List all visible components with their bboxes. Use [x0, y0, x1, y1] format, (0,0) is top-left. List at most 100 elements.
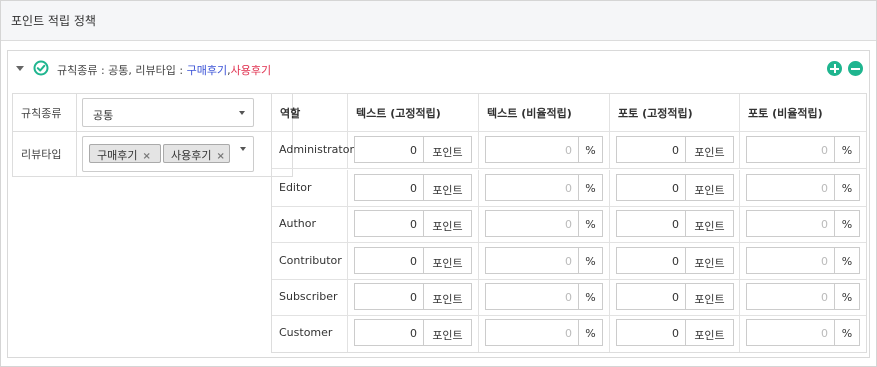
text-fixed-cell: 0 포인트 [348, 315, 479, 352]
percent-unit: % [835, 319, 860, 346]
photo-rate-cell: 0% [740, 170, 866, 206]
photo-fixed-cell: 0 포인트 [610, 279, 740, 315]
text-rate-input[interactable]: 0 [485, 174, 579, 201]
table-row: Administrator 0 포인트 0% 0 포인트 0% [272, 132, 866, 169]
role-name: Contributor [272, 243, 348, 279]
percent-unit: % [579, 136, 603, 163]
text-rate-input[interactable]: 0 [485, 283, 579, 310]
rule-type-label: 규칙종류 [13, 94, 77, 131]
table-row: Contributor 0 포인트 0% 0 포인트 0% [272, 243, 866, 280]
header-photo-rate: 포토 (비율적립) [748, 107, 823, 120]
review-tag-label: 사용후기 [171, 149, 212, 162]
review-type-label: 리뷰타입 [13, 132, 77, 176]
text-rate-cell: 0% [479, 206, 610, 242]
minus-circle-icon[interactable] [848, 61, 863, 76]
summary-review-type-1: 구매후기 [186, 64, 228, 77]
photo-rate-input[interactable]: 0 [746, 247, 835, 274]
percent-unit: % [579, 210, 603, 237]
percent-unit: % [835, 210, 860, 237]
text-fixed-cell: 0 포인트 [348, 206, 479, 242]
text-rate-cell: 0% [479, 170, 610, 206]
text-fixed-input[interactable]: 0 [354, 283, 424, 310]
remove-tag-icon[interactable]: × [216, 151, 224, 162]
point-unit: 포인트 [686, 247, 734, 274]
text-fixed-cell: 0 포인트 [348, 243, 479, 279]
chevron-down-icon[interactable] [16, 66, 24, 71]
photo-rate-input[interactable]: 0 [746, 136, 835, 163]
photo-rate-input[interactable]: 0 [746, 319, 835, 346]
point-unit: 포인트 [686, 319, 734, 346]
photo-rate-input[interactable]: 0 [746, 210, 835, 237]
point-unit: 포인트 [424, 283, 472, 310]
point-unit: 포인트 [686, 210, 734, 237]
photo-rate-cell: 0% [740, 315, 866, 352]
photo-fixed-input[interactable]: 0 [616, 247, 686, 274]
photo-rate-cell: 0% [740, 206, 866, 242]
photo-fixed-cell: 0 포인트 [610, 315, 740, 352]
rule-settings-table: 규칙종류 공통 리뷰타입 구매후기 × 사용후기 × [12, 93, 293, 177]
text-fixed-cell: 0 포인트 [348, 170, 479, 206]
remove-tag-icon[interactable]: × [142, 151, 150, 162]
photo-rate-cell: 0% [740, 132, 866, 168]
text-fixed-input[interactable]: 0 [354, 247, 424, 274]
text-fixed-cell: 0 포인트 [348, 279, 479, 315]
plus-circle-icon[interactable] [827, 61, 842, 76]
header-photo-fixed: 포토 (고정적립) [610, 94, 740, 131]
photo-rate-input[interactable]: 0 [746, 283, 835, 310]
rule-type-value: 공통 [93, 109, 114, 122]
page-header: 포인트 적립 정책 [1, 1, 876, 41]
role-name: Subscriber [272, 279, 348, 315]
role-name: Author [272, 206, 348, 242]
review-type-multiselect[interactable]: 구매후기 × 사용후기 × [82, 136, 254, 172]
rule-type-row: 규칙종류 공통 [13, 94, 292, 132]
rule-header[interactable]: 규칙종류 : 공통, 리뷰타입 : 구매후기,사용후기 [8, 51, 869, 87]
photo-fixed-input[interactable]: 0 [616, 283, 686, 310]
text-fixed-input[interactable]: 0 [354, 210, 424, 237]
percent-unit: % [579, 319, 603, 346]
text-fixed-input[interactable]: 0 [354, 136, 424, 163]
photo-rate-cell: 0% [740, 279, 866, 315]
caret-down-icon[interactable] [240, 147, 246, 151]
review-tag-label: 구매후기 [97, 149, 138, 162]
percent-unit: % [835, 247, 860, 274]
header-text-fixed: 텍스트 (고정적립) [348, 94, 479, 131]
text-rate-input[interactable]: 0 [485, 136, 579, 163]
photo-fixed-cell: 0 포인트 [610, 243, 740, 279]
page-title: 포인트 적립 정책 [11, 14, 96, 28]
text-rate-input[interactable]: 0 [485, 210, 579, 237]
photo-rate-cell: 0% [740, 243, 866, 279]
point-unit: 포인트 [424, 210, 472, 237]
table-header: 역할 텍스트 (고정적립) 텍스트 (비율적립) 포토 (고정적립) 포토 (비… [272, 94, 866, 132]
point-unit: 포인트 [424, 247, 472, 274]
text-rate-cell: 0% [479, 132, 610, 168]
role-point-table: 역할 텍스트 (고정적립) 텍스트 (비율적립) 포토 (고정적립) 포토 (비… [271, 93, 867, 353]
table-row: Editor 0 포인트 0% 0 포인트 0% [272, 170, 866, 207]
role-name: Customer [272, 315, 348, 352]
photo-fixed-cell: 0 포인트 [610, 170, 740, 206]
text-rate-input[interactable]: 0 [485, 247, 579, 274]
header-role: 역할 [272, 94, 348, 131]
role-name: Editor [272, 170, 348, 206]
photo-fixed-input[interactable]: 0 [616, 319, 686, 346]
photo-fixed-input[interactable]: 0 [616, 174, 686, 201]
table-row: Subscriber 0 포인트 0% 0 포인트 0% [272, 279, 866, 316]
percent-unit: % [835, 283, 860, 310]
point-unit: 포인트 [424, 174, 472, 201]
rule-type-select[interactable]: 공통 [82, 98, 254, 127]
rule-panel: 규칙종류 : 공통, 리뷰타입 : 구매후기,사용후기 규칙종류 공통 리뷰타입… [7, 50, 870, 358]
point-unit: 포인트 [424, 136, 472, 163]
photo-fixed-cell: 0 포인트 [610, 132, 740, 168]
text-rate-input[interactable]: 0 [485, 319, 579, 346]
point-unit: 포인트 [686, 174, 734, 201]
review-tag: 구매후기 × [89, 144, 161, 163]
text-rate-cell: 0% [479, 315, 610, 352]
photo-rate-input[interactable]: 0 [746, 174, 835, 201]
text-fixed-input[interactable]: 0 [354, 174, 424, 201]
table-row: Customer 0 포인트 0% 0 포인트 0% [272, 315, 866, 352]
app-window: 포인트 적립 정책 규칙종류 : 공통, 리뷰타입 : 구매후기,사용후기 규칙… [0, 0, 877, 367]
percent-unit: % [835, 136, 860, 163]
photo-fixed-input[interactable]: 0 [616, 136, 686, 163]
rule-summary: 규칙종류 : 공통, 리뷰타입 : 구매후기,사용후기 [57, 62, 271, 78]
text-fixed-input[interactable]: 0 [354, 319, 424, 346]
photo-fixed-input[interactable]: 0 [616, 210, 686, 237]
